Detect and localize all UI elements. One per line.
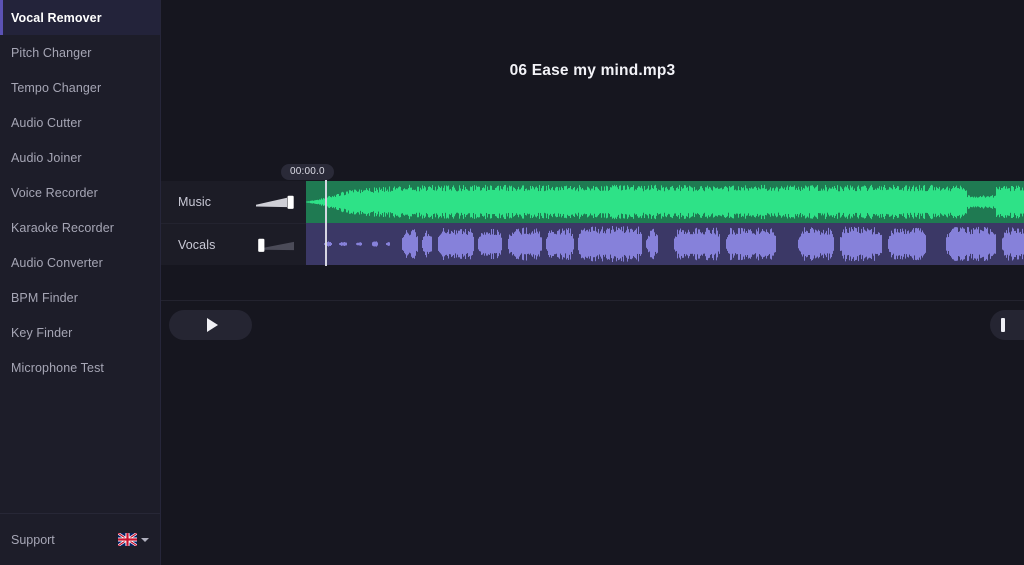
sidebar-item-label: Tempo Changer [11,80,102,95]
playhead-line[interactable] [325,180,327,266]
controls-row [161,310,1024,340]
uk-flag-icon [118,533,137,546]
volume-slider-vocals[interactable] [254,235,298,254]
language-selector[interactable] [118,533,149,546]
volume-slider-music[interactable] [254,193,298,212]
track-row-vocals: Vocals [161,223,306,265]
waveform-music[interactable] [306,181,1024,223]
play-icon [206,318,218,332]
track-name-music: Music [178,195,212,209]
sidebar-item-vocal-remover[interactable]: Vocal Remover [0,0,160,35]
sidebar-item-audio-converter[interactable]: Audio Converter [0,245,160,280]
sidebar-item-label: Pitch Changer [11,45,92,60]
track-name-vocals: Vocals [178,237,216,252]
support-link[interactable]: Support [11,533,55,547]
sidebar-item-label: Audio Joiner [11,150,82,165]
sidebar-item-label: Audio Cutter [11,115,82,130]
sidebar-item-audio-cutter[interactable]: Audio Cutter [0,105,160,140]
waveform-vocals[interactable] [306,223,1024,265]
track-label-column: Music Vocals [161,181,306,265]
main-content: 06 Ease my mind.mp3 Music Vocals 00:00.0 [161,0,1024,565]
sidebar-item-label: Vocal Remover [11,10,102,25]
sidebar: Vocal Remover Pitch Changer Tempo Change… [0,0,161,565]
sidebar-item-label: Karaoke Recorder [11,220,115,235]
chevron-down-icon [141,537,149,542]
sidebar-item-label: Key Finder [11,325,73,340]
sidebar-item-pitch-changer[interactable]: Pitch Changer [0,35,160,70]
pause-bar-icon [1001,318,1005,332]
sidebar-item-label: Audio Converter [11,255,103,270]
timeline-editor: Music Vocals 00:00.0 [161,164,1024,266]
controls-divider [161,300,1024,301]
sidebar-item-label: Voice Recorder [11,185,98,200]
sidebar-nav: Vocal Remover Pitch Changer Tempo Change… [0,0,160,513]
timecode-badge: 00:00.0 [281,164,334,180]
play-button[interactable] [169,310,252,340]
file-title: 06 Ease my mind.mp3 [509,62,676,79]
sidebar-footer: Support [0,513,160,565]
sidebar-item-audio-joiner[interactable]: Audio Joiner [0,140,160,175]
sidebar-item-microphone-test[interactable]: Microphone Test [0,350,160,385]
sidebar-item-label: BPM Finder [11,290,78,305]
sidebar-item-tempo-changer[interactable]: Tempo Changer [0,70,160,105]
right-action-button[interactable] [990,310,1024,340]
waveform-area[interactable] [306,181,1024,265]
sidebar-item-bpm-finder[interactable]: BPM Finder [0,280,160,315]
sidebar-item-voice-recorder[interactable]: Voice Recorder [0,175,160,210]
app-root: Vocal Remover Pitch Changer Tempo Change… [0,0,1024,565]
sidebar-item-key-finder[interactable]: Key Finder [0,315,160,350]
sidebar-item-karaoke-recorder[interactable]: Karaoke Recorder [0,210,160,245]
track-row-music: Music [161,181,306,223]
sidebar-item-label: Microphone Test [11,360,104,375]
